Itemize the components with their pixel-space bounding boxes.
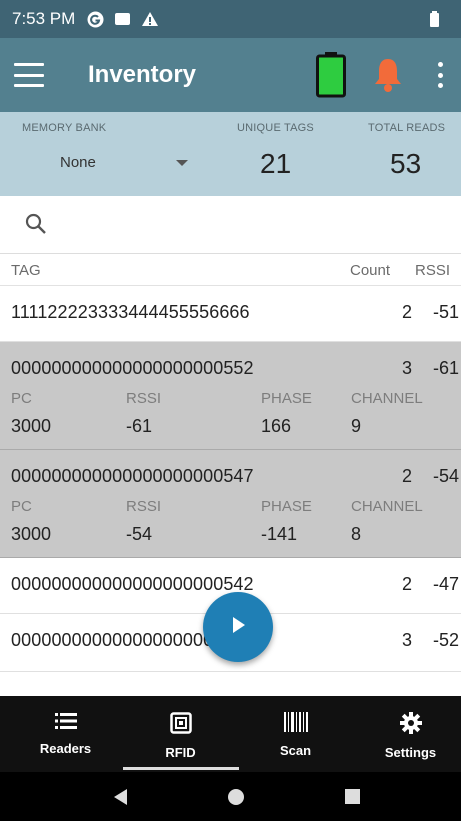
status-bar: 7:53 PM: [0, 0, 461, 38]
detail-phase-label: PHASE: [261, 390, 312, 407]
detail-channel-value: 8: [351, 524, 362, 544]
detail-channel-label: CHANNEL: [351, 390, 423, 407]
tag-count: 3: [402, 630, 413, 650]
detail-rssi-value: -54: [126, 524, 153, 544]
active-tab-indicator: [123, 767, 239, 770]
total-reads-value: 53: [390, 148, 422, 179]
unique-tags-value: 21: [260, 148, 292, 179]
header-count: Count: [350, 262, 391, 279]
memory-bank-select[interactable]: None: [60, 154, 96, 171]
app-bar: Inventory: [0, 38, 461, 112]
total-reads-label: TOTAL READS: [368, 122, 446, 134]
status-time: 7:53 PM: [12, 9, 76, 28]
tag-rssi: -47: [433, 574, 460, 594]
tag-count: 2: [402, 574, 413, 594]
nav-settings-label: Settings: [384, 745, 437, 760]
tag-row-expanded[interactable]: 000000000000000000000547 2 -54 PC RSSI P…: [0, 450, 461, 558]
unique-tags-label: UNIQUE TAGS: [237, 122, 314, 134]
search-icon[interactable]: [24, 212, 48, 236]
detail-channel-label: CHANNEL: [351, 498, 423, 515]
tag-id: 000000000000000000000552: [11, 358, 254, 378]
home-icon[interactable]: [228, 789, 244, 805]
detail-rssi-value: -61: [126, 416, 153, 436]
nav-readers-label: Readers: [39, 741, 92, 756]
more-options-icon[interactable]: [432, 62, 448, 88]
system-navigation-bar: [0, 772, 461, 821]
menu-icon[interactable]: [14, 63, 44, 87]
header-tag: TAG: [11, 262, 41, 279]
tag-id: 000000000000000000000542: [11, 574, 254, 594]
nav-rfid[interactable]: RFID: [123, 696, 238, 772]
recent-apps-icon[interactable]: [345, 789, 360, 804]
tag-rssi: -54: [433, 466, 460, 486]
detail-pc-label: PC: [11, 390, 32, 407]
start-inventory-button[interactable]: [203, 592, 273, 662]
detail-phase-value: 166: [261, 416, 292, 436]
detail-pc-value: 3000: [11, 416, 52, 436]
nav-readers[interactable]: Readers: [8, 696, 123, 772]
tag-count: 2: [402, 302, 413, 322]
tag-id: 111122223333444455556666: [11, 302, 250, 322]
message-icon: [114, 12, 131, 26]
reader-battery-icon[interactable]: [316, 52, 346, 98]
tag-rssi: -51: [433, 302, 460, 322]
nav-rfid-label: RFID: [165, 745, 196, 760]
rfid-icon: [169, 712, 192, 739]
bell-icon[interactable]: [373, 56, 403, 94]
header-rssi: RSSI: [415, 262, 451, 279]
detail-rssi-label: RSSI: [126, 390, 162, 407]
warning-icon: [141, 11, 159, 27]
stats-panel: MEMORY BANK None UNIQUE TAGS 21 TOTAL RE…: [0, 112, 461, 196]
bottom-navigation: Readers RFID Scan Settings: [0, 696, 461, 772]
g-circle-icon: [87, 11, 104, 28]
nav-scan[interactable]: Scan: [238, 696, 353, 772]
page-title: Inventory: [88, 61, 197, 88]
chevron-down-icon[interactable]: [176, 160, 188, 166]
play-icon: [227, 614, 249, 641]
barcode-icon: [283, 712, 309, 737]
tag-rssi: -52: [433, 630, 460, 650]
detail-channel-value: 9: [351, 416, 362, 436]
detail-pc-value: 3000: [11, 524, 52, 544]
status-battery-icon: [430, 11, 439, 27]
back-icon[interactable]: [114, 789, 127, 805]
tag-rssi: -61: [433, 358, 460, 378]
search-bar[interactable]: [0, 196, 461, 254]
tag-count: 3: [402, 358, 413, 378]
memory-bank-label: MEMORY BANK: [22, 122, 107, 134]
table-header: TAG Count RSSI: [0, 254, 461, 286]
tag-row-expanded[interactable]: 000000000000000000000552 3 -61 PC RSSI P…: [0, 342, 461, 450]
detail-rssi-label: RSSI: [126, 498, 162, 515]
nav-scan-label: Scan: [279, 743, 312, 758]
detail-phase-value: -141: [261, 524, 298, 544]
detail-phase-label: PHASE: [261, 498, 312, 515]
tag-row[interactable]: 111122223333444455556666 2 -51: [0, 286, 461, 342]
nav-settings[interactable]: Settings: [353, 696, 461, 772]
tag-id: 000000000000000000000547: [11, 466, 254, 486]
detail-pc-label: PC: [11, 498, 32, 515]
gear-icon: [399, 712, 422, 739]
tag-count: 2: [402, 466, 413, 486]
list-icon: [54, 712, 77, 735]
list-bottom-padding: [0, 672, 461, 696]
